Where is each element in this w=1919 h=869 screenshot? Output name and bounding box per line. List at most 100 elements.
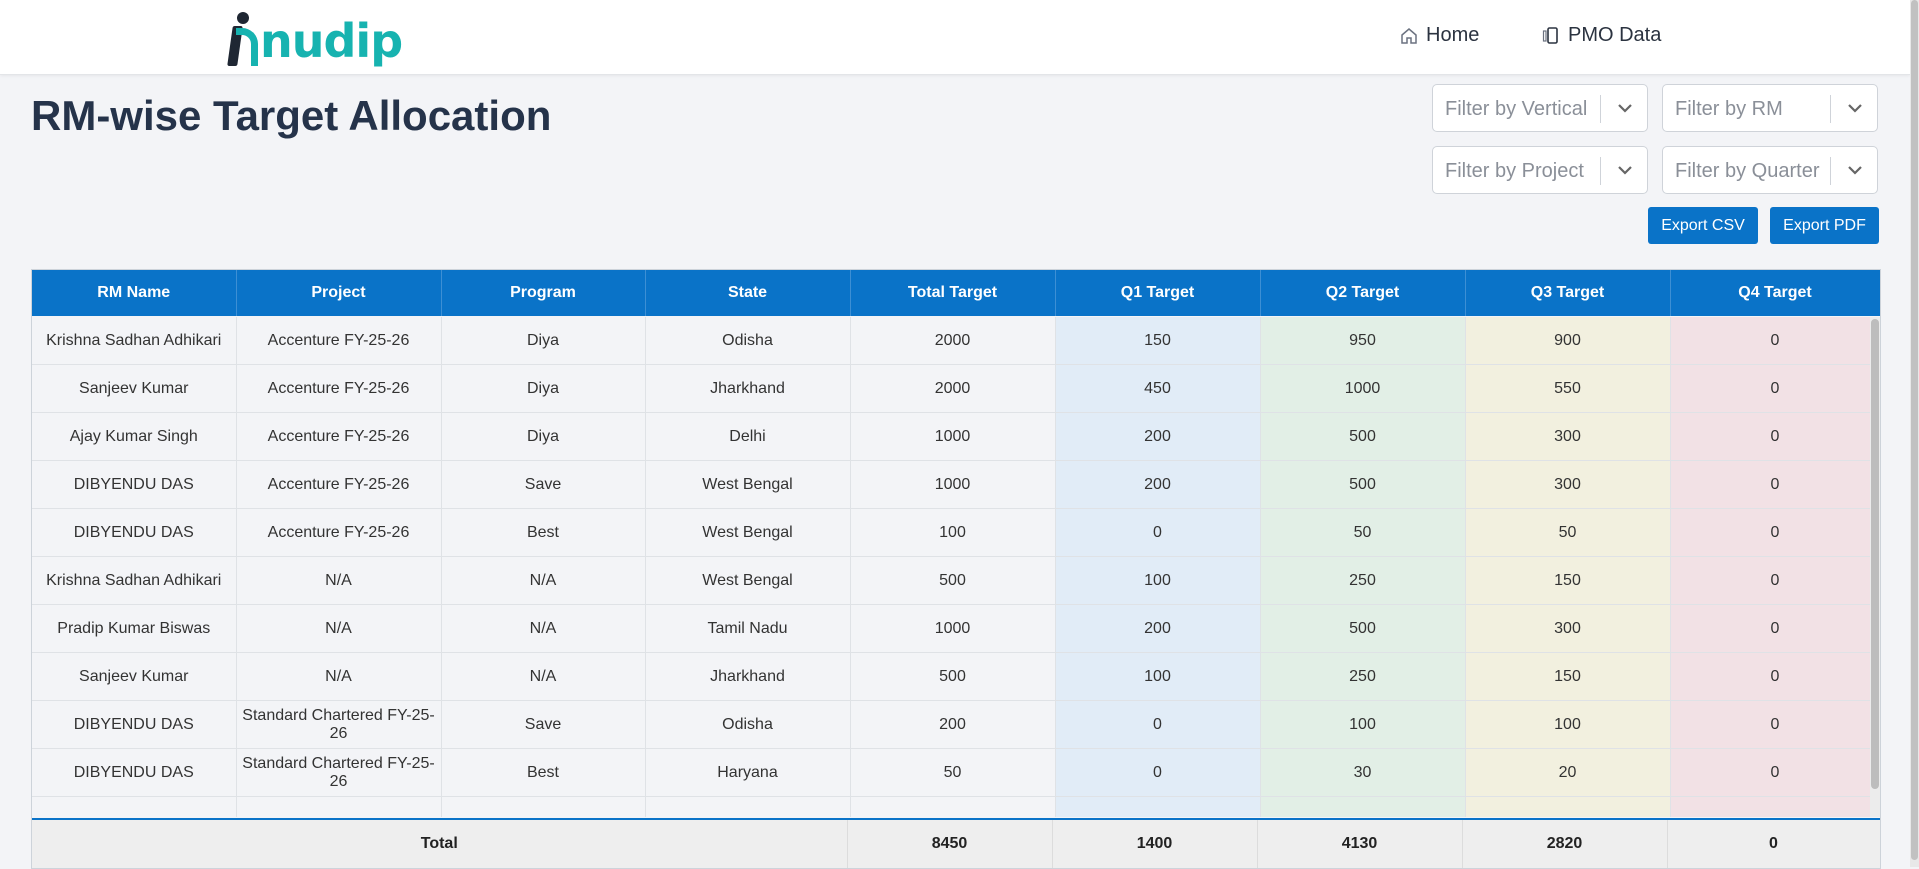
table-cell: 1000 — [850, 604, 1056, 653]
table-cell: 100 — [850, 508, 1056, 557]
table-cell: 50 — [850, 748, 1056, 797]
totals-row: Total 8450 1400 4130 2820 0 — [32, 818, 1880, 868]
table-row[interactable]: Ajay Kumar Singh Accenture FY-25-26 Diya De… — [32, 412, 1880, 461]
table-cell: 0 — [1055, 748, 1261, 797]
table-row[interactable]: DIBYENDU DAS Standard Chartered FY-25-26 B… — [32, 748, 1880, 797]
filter-quarter-select[interactable]: Filter by Quarter — [1662, 146, 1878, 194]
filter-project-select[interactable]: Filter by Project — [1432, 146, 1648, 194]
table-row[interactable] — [32, 796, 1880, 817]
column-header[interactable]: Project — [236, 270, 442, 316]
page-scrollbar-thumb[interactable] — [1911, 0, 1918, 860]
logo-mark-icon — [227, 12, 258, 68]
nav-pmo-data[interactable]: PMO Data — [1542, 24, 1661, 47]
totals-total: 8450 — [847, 820, 1053, 868]
table-cell: Krishna Sadhan Adhikari — [32, 317, 237, 365]
column-header[interactable]: Q2 Target — [1260, 270, 1466, 316]
column-header[interactable]: State — [645, 270, 851, 316]
device-icon — [1542, 26, 1558, 44]
filter-vertical-select[interactable]: Filter by Vertical — [1432, 84, 1648, 132]
filter-rm-select[interactable]: Filter by RM — [1662, 84, 1878, 132]
table-cell: 1000 — [850, 412, 1056, 461]
table-cell: Diya — [441, 317, 646, 365]
table-cell: Accenture FY-25-26 — [236, 508, 442, 557]
filter-quarter-placeholder: Filter by Quarter — [1675, 160, 1820, 182]
chevron-down-icon[interactable] — [1847, 101, 1863, 115]
table-cell: 150 — [1465, 652, 1671, 701]
table-row[interactable]: DIBYENDU DAS Standard Chartered FY-25-26 S… — [32, 700, 1880, 749]
table-cell: 300 — [1465, 604, 1671, 653]
anudip-logo[interactable]: nudip — [227, 6, 403, 68]
table-body-scroll[interactable]: Krishna Sadhan Adhikari Accenture FY-25-2… — [32, 317, 1880, 817]
table-cell: Save — [441, 460, 646, 509]
table-row[interactable]: Sanjeev Kumar Accenture FY-25-26 Diya Jhark… — [32, 364, 1880, 413]
column-header[interactable]: Program — [441, 270, 646, 316]
table-cell: 100 — [1055, 556, 1261, 605]
table-cell: Jharkhand — [645, 364, 851, 413]
table-cell: 1000 — [1260, 364, 1466, 413]
table-cell: 150 — [1055, 317, 1261, 365]
table-row[interactable]: DIBYENDU DAS Accenture FY-25-26 Save West B… — [32, 460, 1880, 509]
table-cell: Best — [441, 508, 646, 557]
table-cell: Odisha — [645, 317, 851, 365]
table-cell: 20 — [1465, 748, 1671, 797]
table-cell: Krishna Sadhan Adhikari — [32, 556, 237, 605]
table-row[interactable]: Pradip Kumar Biswas N/A N/A Tamil Nadu 1000 2… — [32, 604, 1880, 653]
filter-project-placeholder: Filter by Project — [1445, 160, 1584, 182]
export-pdf-button[interactable]: Export PDF — [1770, 207, 1879, 244]
table-cell: N/A — [236, 604, 442, 653]
table-cell: 100 — [1260, 700, 1466, 749]
column-header[interactable]: Total Target — [850, 270, 1056, 316]
totals-q2: 4130 — [1257, 820, 1463, 868]
table-cell: N/A — [441, 652, 646, 701]
chevron-down-icon[interactable] — [1847, 163, 1863, 177]
target-allocation-table: RM Name Project Program State Total Target Q1… — [31, 269, 1881, 869]
table-row[interactable]: Krishna Sadhan Adhikari N/A N/A West Bengal… — [32, 556, 1880, 605]
nav-home[interactable]: Home — [1400, 24, 1479, 47]
table-cell: Save — [441, 700, 646, 749]
column-header[interactable]: Q3 Target — [1465, 270, 1671, 316]
table-cell: Odisha — [645, 700, 851, 749]
chevron-down-icon[interactable] — [1617, 163, 1633, 177]
table-row[interactable]: DIBYENDU DAS Accenture FY-25-26 Best West B… — [32, 508, 1880, 557]
table-row[interactable]: Sanjeev Kumar N/A N/A Jharkhand 500 100 250 150… — [32, 652, 1880, 701]
table-cell: N/A — [441, 604, 646, 653]
table-cell — [236, 796, 442, 817]
table-cell: Diya — [441, 412, 646, 461]
table-cell: 0 — [1055, 508, 1261, 557]
table-cell: 0 — [1670, 460, 1880, 509]
table-cell — [1465, 796, 1671, 817]
table-cell: West Bengal — [645, 460, 851, 509]
page-scrollbar[interactable] — [1910, 0, 1919, 867]
nav-pmo-label: PMO Data — [1568, 24, 1662, 46]
column-header[interactable]: Q1 Target — [1055, 270, 1261, 316]
table-scrollbar-thumb[interactable] — [1871, 319, 1879, 789]
table-cell: Jharkhand — [645, 652, 851, 701]
table-cell: 2000 — [850, 317, 1056, 365]
table-cell: Standard Chartered FY-25-26 — [236, 748, 442, 797]
table-cell: Ajay Kumar Singh — [32, 412, 237, 461]
table-cell: 50 — [1465, 508, 1671, 557]
table-cell: Delhi — [645, 412, 851, 461]
logo-text: nudip — [260, 14, 403, 68]
table-cell — [1055, 796, 1261, 817]
table-cell: 250 — [1260, 652, 1466, 701]
table-scrollbar[interactable] — [1870, 317, 1880, 817]
table-cell: Diya — [441, 364, 646, 413]
table-cell: West Bengal — [645, 508, 851, 557]
table-cell: Accenture FY-25-26 — [236, 412, 442, 461]
table-cell: Accenture FY-25-26 — [236, 460, 442, 509]
chevron-down-icon[interactable] — [1617, 101, 1633, 115]
table-cell: 200 — [1055, 412, 1261, 461]
table-cell: 100 — [1055, 652, 1261, 701]
table-row[interactable]: Krishna Sadhan Adhikari Accenture FY-25-2… — [32, 317, 1880, 365]
table-cell: Accenture FY-25-26 — [236, 364, 442, 413]
table-cell — [1260, 796, 1466, 817]
table-cell: 500 — [1260, 460, 1466, 509]
table-cell: 0 — [1670, 364, 1880, 413]
table-cell — [32, 796, 237, 817]
table-cell: N/A — [236, 556, 442, 605]
table-cell: Sanjeev Kumar — [32, 364, 237, 413]
column-header[interactable]: RM Name — [32, 270, 237, 316]
column-header[interactable]: Q4 Target — [1670, 270, 1880, 316]
export-csv-button[interactable]: Export CSV — [1648, 207, 1758, 244]
